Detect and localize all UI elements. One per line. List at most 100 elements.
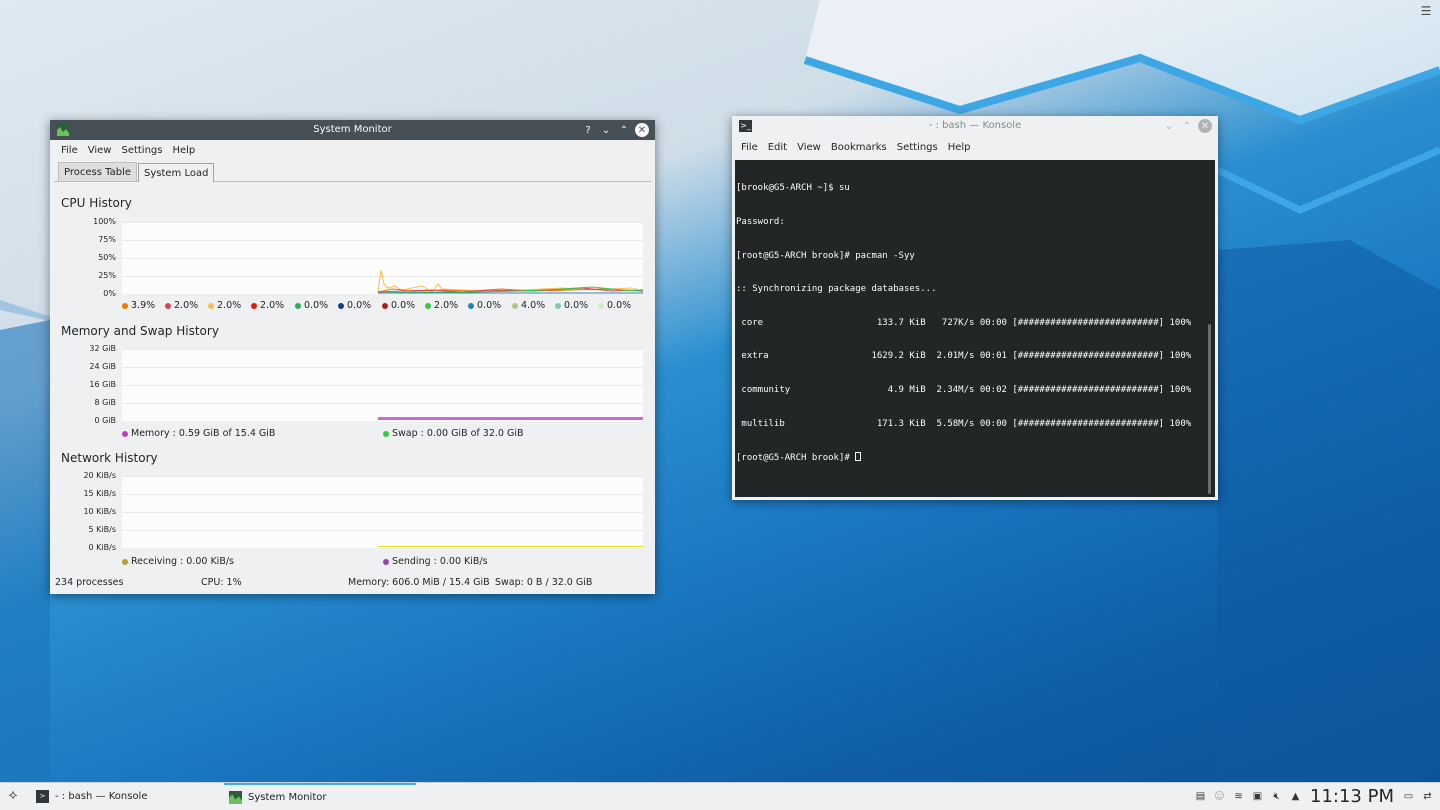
- cpu-legend-item: 0.0%: [338, 300, 382, 311]
- memory-y-tick: 32 GiB: [89, 344, 116, 353]
- network-history-plot: [122, 476, 643, 548]
- memory-history-title: Memory and Swap History: [61, 324, 219, 338]
- sending-legend-item: Sending : 0.00 KiB/s: [383, 556, 488, 567]
- cpu-history-title: CPU History: [61, 196, 132, 210]
- terminal-line: extra 1629.2 KiB 2.01M/s 00:01 [########…: [736, 351, 1192, 362]
- tab-bar: Process Table System Load: [54, 162, 651, 182]
- memory-legend-item: Memory : 0.59 GiB of 15.4 GiB: [122, 428, 275, 439]
- window-title: System Monitor: [313, 124, 392, 135]
- hamburger-menu-icon[interactable]: ☰: [1418, 4, 1434, 20]
- network-y-tick: 10 KiB/s: [83, 507, 116, 516]
- cpu-legend-item: 0.0%: [468, 300, 512, 311]
- terminal-line: :: Synchronizing package databases...: [736, 284, 937, 295]
- terminal-line: Password:: [736, 217, 785, 227]
- terminal-scrollbar[interactable]: [1208, 324, 1211, 494]
- swap-legend-item: Swap : 0.00 GiB of 32.0 GiB: [383, 428, 523, 439]
- task-label: System Monitor: [248, 792, 327, 803]
- cpu-legend-item: 3.9%: [122, 300, 165, 311]
- status-cpu: CPU: 1%: [201, 577, 242, 588]
- memory-history-lines: [378, 417, 643, 420]
- wifi-icon[interactable]: ≋: [1232, 790, 1245, 803]
- tab-process-table[interactable]: Process Table: [58, 162, 137, 181]
- memory-y-tick: 24 GiB: [89, 362, 116, 371]
- network-history-title: Network History: [61, 451, 158, 465]
- menu-help[interactable]: Help: [167, 140, 200, 162]
- maximize-button[interactable]: ⌃: [617, 123, 631, 137]
- terminal-line: [root@G5-ARCH brook]# pacman -Syy: [736, 250, 915, 261]
- cpu-legend: 3.9% 2.0% 2.0% 2.0% 0.0% 0.0% 0.0% 2.0% …: [122, 300, 641, 311]
- menu-edit[interactable]: Edit: [763, 137, 792, 159]
- memory-y-tick: 16 GiB: [89, 380, 116, 389]
- konsole-titlebar[interactable]: >_ - : bash — Konsole ⌄ ⌃ ✕: [732, 116, 1218, 136]
- help-button[interactable]: ?: [581, 123, 595, 137]
- cpu-legend-item: 0.0%: [382, 300, 425, 311]
- cpu-y-tick: 25%: [98, 271, 116, 280]
- system-monitor-icon: [229, 791, 242, 804]
- close-button[interactable]: ✕: [1198, 119, 1212, 133]
- system-monitor-titlebar[interactable]: System Monitor ? ⌄ ⌃ ✕: [50, 120, 655, 140]
- system-monitor-window: System Monitor ? ⌄ ⌃ ✕ File View Setting…: [50, 120, 655, 594]
- status-memory: Memory: 606.0 MiB / 15.4 GiB: [348, 577, 490, 588]
- memory-history-plot: [122, 349, 643, 421]
- menu-bookmarks[interactable]: Bookmarks: [826, 137, 892, 159]
- cpu-y-tick: 100%: [93, 217, 116, 226]
- menu-file[interactable]: File: [736, 137, 763, 159]
- terminal-cursor: [855, 452, 862, 462]
- minimize-button[interactable]: ⌄: [599, 123, 613, 137]
- terminal-line: community 4.9 MiB 2.34M/s 00:02 [#######…: [736, 384, 1192, 395]
- cpu-legend-item: 2.0%: [425, 300, 468, 311]
- memory-y-tick: 0 GiB: [94, 416, 116, 425]
- menu-view[interactable]: View: [83, 140, 117, 162]
- taskbar: ⟡ > - : bash — Konsole System Monitor ▤ …: [0, 782, 1440, 810]
- network-y-tick: 15 KiB/s: [83, 489, 116, 498]
- terminal-line: [brook@G5-ARCH ~]$ su: [736, 183, 850, 194]
- menu-file[interactable]: File: [56, 140, 83, 162]
- tray-expand-icon[interactable]: ▲: [1289, 790, 1302, 803]
- cpu-legend-item: 2.0%: [165, 300, 208, 311]
- cpu-legend-item: 2.0%: [208, 300, 251, 311]
- cpu-legend-item: 0.0%: [555, 300, 598, 311]
- clock[interactable]: 11:13 PM: [1310, 786, 1394, 807]
- terminal-icon: >: [36, 790, 49, 803]
- cpu-legend-item: 0.0%: [598, 300, 641, 311]
- cpu-y-tick: 50%: [98, 253, 116, 262]
- status-bar: 234 processes CPU: 1% Memory: 606.0 MiB …: [50, 572, 655, 594]
- network-y-tick: 5 KiB/s: [88, 525, 116, 534]
- panel-settings-icon[interactable]: ⇄: [1421, 790, 1434, 803]
- cpu-legend-item: 2.0%: [251, 300, 295, 311]
- system-load-panel: CPU History 100% 75% 50% 25% 0% 3.9% 2.0…: [50, 182, 655, 590]
- konsole-menubar: File Edit View Bookmarks Settings Help: [732, 136, 1218, 160]
- task-konsole[interactable]: > - : bash — Konsole: [28, 783, 224, 810]
- clipboard-icon[interactable]: ▤: [1194, 790, 1207, 803]
- terminal-prompt: [root@G5-ARCH brook]#: [736, 453, 856, 464]
- terminal-line: core 133.7 KiB 727K/s 00:00 [###########…: [736, 317, 1192, 328]
- menu-view[interactable]: View: [792, 137, 826, 159]
- maximize-button[interactable]: ⌃: [1180, 119, 1194, 133]
- window-title: - : bash — Konsole: [928, 120, 1022, 131]
- terminal-output[interactable]: [brook@G5-ARCH ~]$ su Password: [root@G5…: [735, 160, 1215, 497]
- menu-settings[interactable]: Settings: [116, 140, 167, 162]
- task-system-monitor[interactable]: System Monitor: [224, 783, 416, 810]
- memory-y-tick: 8 GiB: [94, 398, 116, 407]
- konsole-window: >_ - : bash — Konsole ⌄ ⌃ ✕ File Edit Vi…: [732, 116, 1218, 500]
- cpu-history-lines: [377, 269, 643, 294]
- cpu-y-tick: 75%: [98, 235, 116, 244]
- terminal-prompt-line: [root@G5-ARCH brook]#: [736, 452, 1215, 463]
- close-button[interactable]: ✕: [635, 123, 649, 137]
- status-swap: Swap: 0 B / 32.0 GiB: [495, 577, 593, 588]
- application-launcher-icon[interactable]: ⟡: [4, 787, 22, 805]
- cpu-y-tick: 0%: [103, 289, 116, 298]
- minimize-button[interactable]: ⌄: [1162, 119, 1176, 133]
- show-desktop-icon[interactable]: ▭: [1402, 790, 1415, 803]
- system-monitor-menubar: File View Settings Help: [50, 140, 655, 162]
- user-icon[interactable]: ☺: [1213, 790, 1226, 803]
- terminal-line: multilib 171.3 KiB 5.58M/s 00:00 [######…: [736, 418, 1192, 429]
- network-y-tick: 0 KiB/s: [88, 543, 116, 552]
- status-processes: 234 processes: [55, 577, 124, 588]
- network-y-tick: 20 KiB/s: [83, 471, 116, 480]
- volume-muted-icon[interactable]: 🔇︎: [1270, 790, 1283, 803]
- menu-help[interactable]: Help: [943, 137, 976, 159]
- menu-settings[interactable]: Settings: [892, 137, 943, 159]
- device-notifier-icon[interactable]: ▣: [1251, 790, 1264, 803]
- tab-system-load[interactable]: System Load: [137, 163, 215, 182]
